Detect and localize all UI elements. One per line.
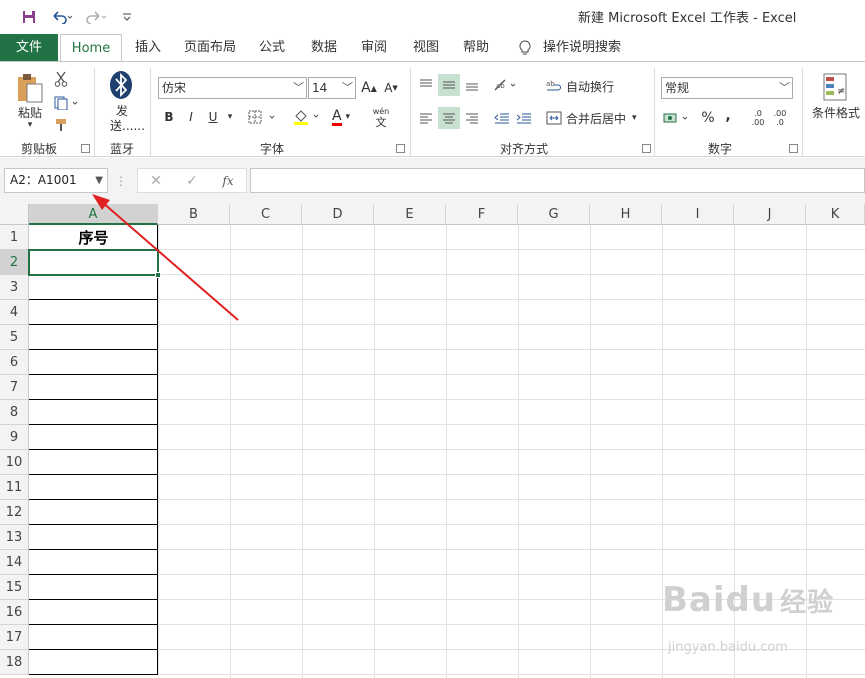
annotation-arrow <box>92 194 239 321</box>
baidu-watermark: Baidu 经验 jingyan.baidu.com <box>662 580 862 678</box>
watermark-url: jingyan.baidu.com <box>668 640 788 655</box>
watermark-cn: 经验 <box>780 588 835 618</box>
watermark-brand: Baidu <box>662 580 777 620</box>
